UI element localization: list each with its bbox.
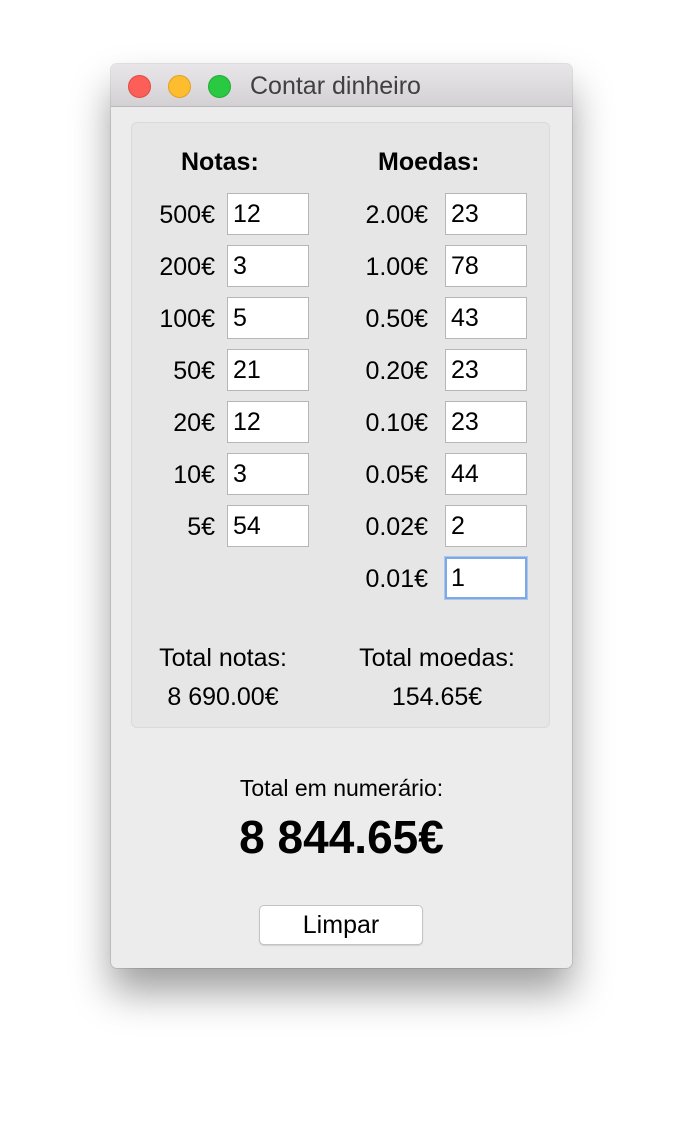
minimize-button[interactable] <box>168 75 191 98</box>
note-label-50: 50€ <box>173 357 215 385</box>
note-input-20[interactable]: 12 <box>227 401 309 443</box>
coins-total-value: 154.65€ <box>391 683 483 711</box>
notes-header: Notas: <box>181 148 259 176</box>
coin-label-0-01: 0.01€ <box>365 565 428 593</box>
coin-label-0-02: 0.02€ <box>365 513 428 541</box>
window-title: Contar dinheiro <box>250 72 421 100</box>
zoom-button[interactable] <box>208 75 231 98</box>
app-window: Contar dinheiro Notas: Moedas: 500€ 12 2… <box>111 64 572 968</box>
note-label-100: 100€ <box>159 305 215 333</box>
note-input-5[interactable]: 54 <box>227 505 309 547</box>
coin-label-0-50: 0.50€ <box>365 305 428 333</box>
note-input-10[interactable]: 3 <box>227 453 309 495</box>
grand-total-label: Total em numerário: <box>239 775 444 801</box>
coin-input-0-05[interactable]: 44 <box>445 453 527 495</box>
coin-input-0-01[interactable]: 1 <box>445 557 527 599</box>
coin-label-2-00: 2.00€ <box>365 201 428 229</box>
coin-label-1-00: 1.00€ <box>365 253 428 281</box>
note-input-50[interactable]: 21 <box>227 349 309 391</box>
coin-input-2-00[interactable]: 23 <box>445 193 527 235</box>
clear-button[interactable]: Limpar <box>259 905 423 945</box>
note-label-200: 200€ <box>159 253 215 281</box>
coin-input-0-02[interactable]: 2 <box>445 505 527 547</box>
note-label-500: 500€ <box>159 201 215 229</box>
note-input-200[interactable]: 3 <box>227 245 309 287</box>
coins-header: Moedas: <box>378 148 480 176</box>
coin-label-0-20: 0.20€ <box>365 357 428 385</box>
note-input-100[interactable]: 5 <box>227 297 309 339</box>
coin-input-0-50[interactable]: 43 <box>445 297 527 339</box>
note-label-10: 10€ <box>173 461 215 489</box>
title-bar[interactable]: Contar dinheiro <box>111 64 572 107</box>
close-button[interactable] <box>128 75 151 98</box>
grand-total-value: 8 844.65€ <box>239 811 444 863</box>
notes-total-label: Total notas: <box>159 644 287 672</box>
coin-label-0-05: 0.05€ <box>365 461 428 489</box>
coin-input-1-00[interactable]: 78 <box>445 245 527 287</box>
note-input-500[interactable]: 12 <box>227 193 309 235</box>
notes-total-value: 8 690.00€ <box>167 683 279 711</box>
note-label-20: 20€ <box>173 409 215 437</box>
coin-input-0-20[interactable]: 23 <box>445 349 527 391</box>
coins-total-label: Total moedas: <box>359 644 515 672</box>
coin-input-0-10[interactable]: 23 <box>445 401 527 443</box>
coin-label-0-10: 0.10€ <box>365 409 428 437</box>
note-label-5: 5€ <box>187 513 215 541</box>
